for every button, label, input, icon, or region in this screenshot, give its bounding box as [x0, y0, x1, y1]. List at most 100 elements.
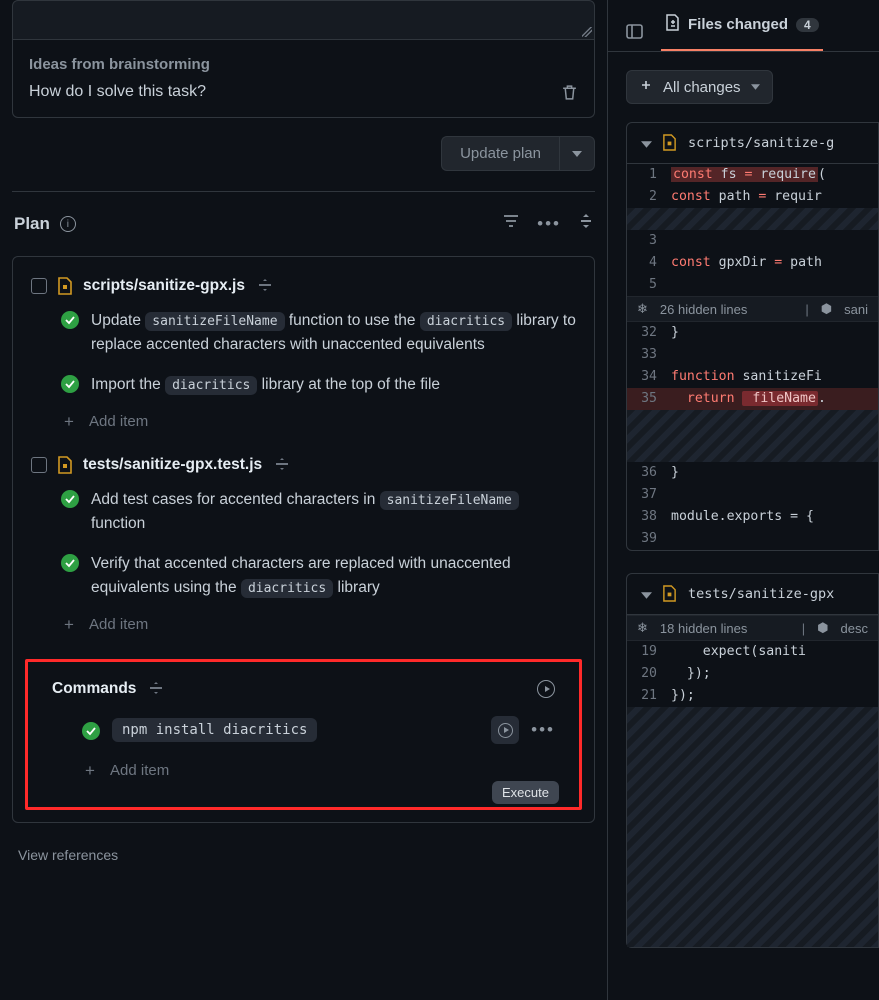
plan-header: Plan i •••: [10, 192, 597, 256]
drag-handle-icon[interactable]: [150, 682, 162, 697]
plan-item[interactable]: Import the diacritics library at the top…: [61, 373, 576, 397]
brainstorm-box: Ideas from brainstorming How do I solve …: [12, 40, 595, 118]
diff-filename[interactable]: scripts/sanitize-g: [688, 135, 834, 151]
plan-item-text: Add test cases for accented characters i…: [91, 488, 576, 536]
plan-file-name[interactable]: scripts/sanitize-gpx.js: [83, 277, 245, 295]
plus-icon: +: [82, 763, 98, 779]
hidden-lines-right: sani: [844, 302, 868, 317]
check-icon: [61, 490, 79, 508]
brainstorm-prompt[interactable]: How do I solve this task?: [29, 83, 206, 101]
add-item-label: Add item: [110, 762, 169, 779]
commands-section: Commands npm install diacritics ••• + Ad…: [25, 659, 582, 810]
info-icon[interactable]: i: [60, 216, 76, 232]
diff-icon: [639, 78, 653, 96]
file-checkbox[interactable]: [31, 278, 47, 294]
line-number: 36: [627, 462, 671, 484]
add-item-button[interactable]: + Add item: [61, 413, 576, 430]
update-plan-dropdown[interactable]: [559, 136, 595, 171]
update-plan-button-group: Update plan: [441, 136, 595, 171]
line-number: 39: [627, 528, 671, 550]
plan-item[interactable]: Add test cases for accented characters i…: [61, 488, 576, 536]
diff-body: 1const fs = require( 2const path = requi…: [627, 164, 878, 550]
line-number: 1: [627, 164, 671, 186]
hidden-lines-right: desc: [841, 621, 868, 636]
plan-title: Plan: [14, 214, 50, 234]
sidebar-toggle-icon[interactable]: [626, 23, 643, 43]
cube-icon: ⬢: [817, 620, 828, 636]
diff-body: ❄ 18 hidden lines | ⬢ desc 19 expect(san…: [627, 615, 878, 947]
line-number: 38: [627, 506, 671, 528]
code-chip: sanitizeFileName: [380, 491, 519, 510]
run-all-icon[interactable]: [537, 680, 555, 698]
chevron-down-icon[interactable]: [641, 586, 652, 602]
plan-item[interactable]: Update sanitizeFileName function to use …: [61, 309, 576, 357]
execute-tooltip: Execute: [492, 781, 559, 804]
trash-icon[interactable]: [561, 84, 578, 101]
hidden-lines-toggle[interactable]: ❄ 18 hidden lines | ⬢ desc: [627, 615, 878, 641]
filter-label: All changes: [663, 79, 741, 96]
add-item-label: Add item: [89, 413, 148, 430]
add-item-label: Add item: [89, 616, 148, 633]
line-number: 19: [627, 641, 671, 663]
check-icon: [61, 311, 79, 329]
plan-card: scripts/sanitize-gpx.js Update sanitizeF…: [12, 256, 595, 823]
plus-icon: +: [61, 617, 77, 633]
hidden-lines-toggle[interactable]: ❄ 26 hidden lines | ⬢ sani: [627, 296, 878, 322]
diff-filename[interactable]: tests/sanitize-gpx: [688, 586, 834, 602]
filter-changes-dropdown[interactable]: All changes: [626, 70, 773, 104]
file-modified-icon: [662, 585, 678, 603]
plan-item[interactable]: Verify that accented characters are repl…: [61, 552, 576, 600]
check-icon: [61, 375, 79, 393]
command-item[interactable]: npm install diacritics •••: [82, 716, 555, 744]
commands-title: Commands: [52, 680, 136, 698]
more-icon[interactable]: •••: [531, 720, 555, 740]
plan-file-group: scripts/sanitize-gpx.js Update sanitizeF…: [31, 277, 576, 430]
chevron-down-icon: [751, 84, 760, 90]
execute-button[interactable]: [491, 716, 519, 744]
tab-files-changed[interactable]: Files changed 4: [661, 14, 823, 51]
file-modified-icon: [57, 456, 73, 474]
snowflake-icon: ❄: [637, 620, 648, 636]
filter-icon[interactable]: [503, 214, 519, 234]
chevron-down-icon[interactable]: [641, 135, 652, 151]
file-modified-icon: [662, 134, 678, 152]
code-chip: sanitizeFileName: [145, 312, 284, 331]
more-icon[interactable]: •••: [537, 214, 561, 234]
line-number: 37: [627, 484, 671, 506]
line-number: 5: [627, 274, 671, 296]
line-number: 35: [627, 388, 671, 410]
plan-item-text: Update sanitizeFileName function to use …: [91, 309, 576, 357]
hidden-lines-text: 18 hidden lines: [660, 621, 747, 636]
hidden-lines-text: 26 hidden lines: [660, 302, 747, 317]
update-plan-button[interactable]: Update plan: [441, 136, 559, 171]
line-number: 20: [627, 663, 671, 685]
tabs-row: Files changed 4: [608, 0, 879, 52]
view-references-link[interactable]: View references: [10, 823, 597, 887]
drag-handle-icon[interactable]: [276, 458, 288, 473]
check-icon: [61, 554, 79, 572]
line-number: 4: [627, 252, 671, 274]
add-item-button[interactable]: + Add item: [61, 616, 576, 633]
snowflake-icon: ❄: [637, 301, 648, 317]
check-icon: [82, 722, 100, 740]
code-chip: diacritics: [241, 579, 333, 598]
code-chip: diacritics: [420, 312, 512, 331]
drag-handle-icon[interactable]: [259, 279, 271, 294]
brainstorm-title: Ideas from brainstorming: [29, 56, 578, 73]
line-number: 33: [627, 344, 671, 366]
code-chip: diacritics: [165, 376, 257, 395]
cube-icon: ⬢: [821, 301, 832, 317]
add-command-button[interactable]: + Add item: [82, 762, 555, 779]
plan-textarea[interactable]: [12, 0, 595, 40]
file-checkbox[interactable]: [31, 457, 47, 473]
diff-file: scripts/sanitize-g 1const fs = require( …: [626, 122, 879, 551]
files-count-badge: 4: [796, 18, 819, 32]
plus-icon: +: [61, 414, 77, 430]
diff-file: tests/sanitize-gpx ❄ 18 hidden lines | ⬢…: [626, 573, 879, 948]
collapse-icon[interactable]: [579, 214, 593, 234]
tab-label: Files changed: [688, 16, 788, 33]
line-number: 34: [627, 366, 671, 388]
file-modified-icon: [57, 277, 73, 295]
plan-file-name[interactable]: tests/sanitize-gpx.test.js: [83, 456, 262, 474]
file-diff-icon: [665, 14, 680, 35]
